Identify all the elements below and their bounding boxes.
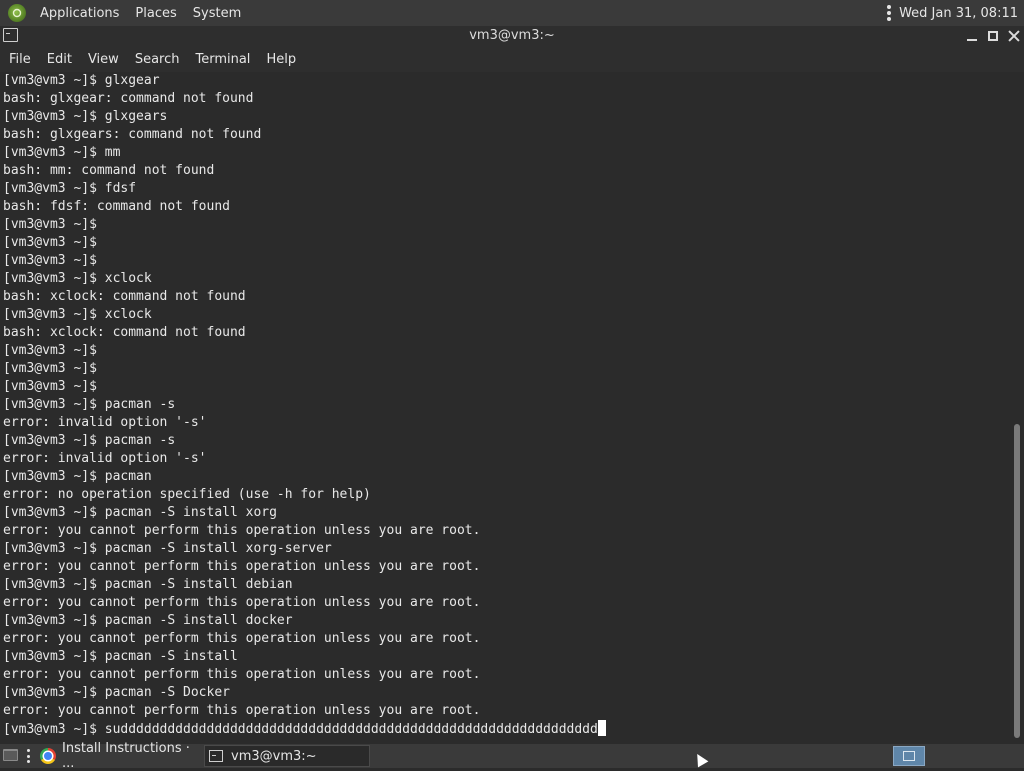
terminal-line: [vm3@vm3 ~]$ — [3, 379, 97, 394]
terminal-line: bash: glxgears: command not found — [3, 127, 262, 142]
close-icon[interactable] — [1008, 30, 1020, 42]
terminal-current-line: [vm3@vm3 ~]$ suddddddddddddddddddddddddd… — [3, 720, 606, 739]
terminal-line: error: you cannot perform this operation… — [3, 523, 481, 538]
terminal-line: [vm3@vm3 ~]$ pacman -S install — [3, 649, 238, 664]
terminal-line: error: invalid option '-s' — [3, 415, 207, 430]
terminal-line: error: you cannot perform this operation… — [3, 631, 481, 646]
workspace-window-icon — [903, 751, 915, 761]
terminal-line: [vm3@vm3 ~]$ — [3, 235, 97, 250]
terminal-line: [vm3@vm3 ~]$ xclock — [3, 307, 152, 322]
window-title: vm3@vm3:~ — [469, 28, 555, 43]
terminal-line: bash: glxgear: command not found — [3, 91, 254, 106]
terminal-line: [vm3@vm3 ~]$ mm — [3, 145, 121, 160]
terminal-lines: [vm3@vm3 ~]$ glxgear bash: glxgear: comma… — [3, 72, 606, 739]
menu-search[interactable]: Search — [127, 52, 188, 67]
taskbar-handle-icon[interactable] — [27, 749, 31, 763]
terminal-line: error: you cannot perform this operation… — [3, 595, 481, 610]
terminal-line: [vm3@vm3 ~]$ pacman -S install docker — [3, 613, 293, 628]
terminal-line: [vm3@vm3 ~]$ — [3, 361, 97, 376]
places-menu[interactable]: Places — [127, 6, 184, 21]
terminal-line: [vm3@vm3 ~]$ pacman -s — [3, 433, 176, 448]
terminal-line: error: you cannot perform this operation… — [3, 667, 481, 682]
terminal-line: [vm3@vm3 ~]$ glxgear — [3, 73, 160, 88]
window-titlebar[interactable]: vm3@vm3:~ — [0, 26, 1024, 46]
bottom-panel: Install Instructions · ... vm3@vm3:~ — [0, 741, 1024, 771]
menu-file[interactable]: File — [0, 52, 39, 67]
terminal-line: [vm3@vm3 ~]$ pacman -S install xorg — [3, 505, 277, 520]
terminal-line: [vm3@vm3 ~]$ glxgears — [3, 109, 168, 124]
taskbar-item-browser[interactable]: Install Instructions · ... — [38, 741, 198, 771]
menu-help[interactable]: Help — [258, 52, 304, 67]
terminal-input-text: [vm3@vm3 ~]$ suddddddddddddddddddddddddd… — [3, 722, 598, 737]
terminal-line: [vm3@vm3 ~]$ pacman — [3, 469, 152, 484]
terminal-line: bash: xclock: command not found — [3, 325, 246, 340]
terminal-icon — [209, 750, 223, 762]
terminal-line: [vm3@vm3 ~]$ — [3, 253, 97, 268]
terminal-line: [vm3@vm3 ~]$ pacman -s — [3, 397, 176, 412]
menu-terminal[interactable]: Terminal — [187, 52, 258, 67]
workspace-switcher[interactable] — [893, 746, 925, 766]
taskbar-item-terminal[interactable]: vm3@vm3:~ — [204, 745, 370, 767]
menu-view[interactable]: View — [80, 52, 127, 67]
terminal-output[interactable]: [vm3@vm3 ~]$ glxgear bash: glxgear: comma… — [0, 72, 1012, 742]
terminal-menubar: File Edit View Search Terminal Help — [0, 46, 1024, 73]
text-cursor — [597, 720, 606, 736]
terminal-line: bash: fdsf: command not found — [3, 199, 230, 214]
terminal-line: [vm3@vm3 ~]$ fdsf — [3, 181, 137, 196]
taskbar-item-label: vm3@vm3:~ — [231, 748, 317, 764]
terminal-line: bash: xclock: command not found — [3, 289, 246, 304]
terminal-scrollbar[interactable] — [1012, 72, 1024, 742]
applications-menu[interactable]: Applications — [32, 6, 127, 21]
terminal-line: error: you cannot perform this operation… — [3, 559, 481, 574]
terminal-line: [vm3@vm3 ~]$ pacman -S Docker — [3, 685, 230, 700]
terminal-line: error: invalid option '-s' — [3, 451, 207, 466]
panel-handle-icon[interactable] — [887, 5, 892, 21]
clock[interactable]: Wed Jan 31, 08:11 — [899, 6, 1024, 21]
terminal-line: [vm3@vm3 ~]$ pacman -S install xorg-serv… — [3, 541, 332, 556]
terminal-line: [vm3@vm3 ~]$ pacman -S install debian — [3, 577, 293, 592]
terminal-line: [vm3@vm3 ~]$ — [3, 343, 97, 358]
applications-logo-icon[interactable] — [8, 4, 26, 22]
top-panel: Applications Places System Wed Jan 31, 0… — [0, 0, 1024, 26]
system-menu[interactable]: System — [185, 6, 249, 21]
minimize-icon[interactable] — [966, 30, 978, 42]
terminal-line: [vm3@vm3 ~]$ xclock — [3, 271, 152, 286]
taskbar-item-label: Install Instructions · ... — [62, 741, 190, 771]
terminal-line: bash: mm: command not found — [3, 163, 215, 178]
menu-edit[interactable]: Edit — [39, 52, 80, 67]
terminal-line: error: no operation specified (use -h fo… — [3, 487, 371, 502]
maximize-icon[interactable] — [988, 31, 998, 41]
scrollbar-thumb[interactable] — [1014, 424, 1020, 738]
terminal-line: [vm3@vm3 ~]$ — [3, 217, 97, 232]
terminal-line: error: you cannot perform this operation… — [3, 703, 481, 718]
chrome-icon — [40, 748, 56, 764]
show-desktop-icon[interactable] — [3, 749, 18, 761]
